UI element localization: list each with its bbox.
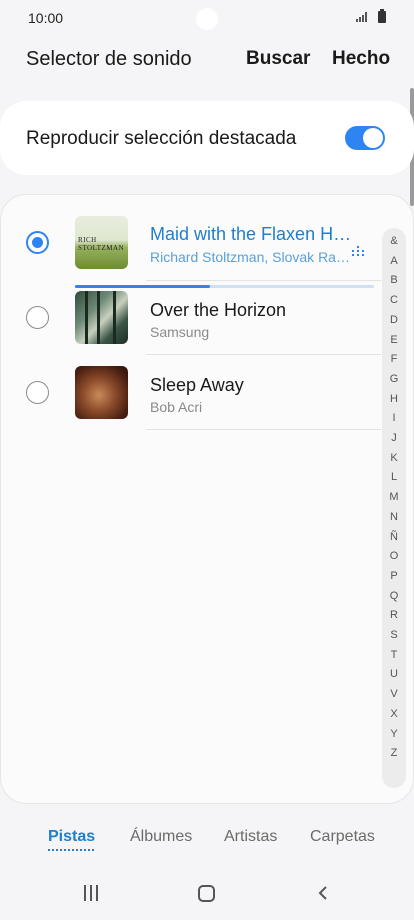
equalizer-icon bbox=[352, 246, 364, 256]
index-letter[interactable]: & bbox=[382, 235, 406, 247]
index-letter[interactable]: R bbox=[382, 609, 406, 621]
track-artist: Samsung bbox=[150, 324, 210, 340]
recent-apps-icon[interactable] bbox=[84, 885, 100, 901]
signal-icon bbox=[356, 12, 367, 22]
track-radio-selected[interactable] bbox=[26, 231, 49, 254]
index-letter[interactable]: J bbox=[382, 432, 406, 444]
index-letter[interactable]: D bbox=[382, 314, 406, 326]
track-title: Maid with the Flaxen H… bbox=[150, 224, 352, 244]
status-bar: 10:00 bbox=[0, 0, 414, 36]
tab-bar: Pistas Álbumes Artistas Carpetas bbox=[0, 826, 414, 856]
back-icon[interactable] bbox=[316, 885, 332, 901]
index-letter[interactable]: P bbox=[382, 570, 406, 582]
album-cover: RICH STOLTZMAN bbox=[75, 216, 128, 269]
home-icon[interactable] bbox=[198, 885, 215, 902]
index-letter[interactable]: E bbox=[382, 334, 406, 346]
tab-artists[interactable]: Artistas bbox=[224, 828, 277, 846]
index-letter[interactable]: Z bbox=[382, 747, 406, 759]
index-letter[interactable]: G bbox=[382, 373, 406, 385]
index-letter[interactable]: C bbox=[382, 294, 406, 306]
index-letter[interactable]: V bbox=[382, 688, 406, 700]
album-cover-text: RICH STOLTZMAN bbox=[78, 236, 125, 252]
index-letter[interactable]: I bbox=[382, 412, 406, 424]
track-radio[interactable] bbox=[26, 306, 49, 329]
track-title: Sleep Away bbox=[150, 375, 244, 395]
track-artist: Richard Stoltzman, Slovak Ra… bbox=[150, 249, 350, 265]
header: Selector de sonido Buscar Hecho bbox=[0, 44, 414, 76]
highlight-toggle[interactable] bbox=[345, 126, 385, 150]
track-row[interactable]: Sleep Away Bob Acri bbox=[1, 355, 381, 430]
toggle-knob bbox=[363, 128, 383, 148]
status-time: 10:00 bbox=[28, 10, 64, 26]
index-letter[interactable]: N bbox=[382, 511, 406, 523]
index-letter[interactable]: S bbox=[382, 629, 406, 641]
track-list: RICH STOLTZMAN Maid with the Flaxen H… R… bbox=[0, 194, 414, 804]
index-letter[interactable]: H bbox=[382, 393, 406, 405]
battery-icon bbox=[378, 9, 386, 23]
track-row[interactable]: RICH STOLTZMAN Maid with the Flaxen H… R… bbox=[1, 205, 381, 288]
track-artist: Bob Acri bbox=[150, 399, 203, 415]
index-letter[interactable]: K bbox=[382, 452, 406, 464]
tab-albums[interactable]: Álbumes bbox=[130, 828, 192, 846]
album-cover bbox=[75, 291, 128, 344]
index-letter[interactable]: B bbox=[382, 274, 406, 286]
page-title: Selector de sonido bbox=[26, 48, 192, 70]
alphabet-index-bar[interactable]: & A B C D E F G H I J K L M N Ñ O P Q R S T U V X Y Z bbox=[382, 228, 406, 788]
highlight-setting-card[interactable]: Reproducir selección destacada bbox=[0, 101, 414, 175]
index-letter[interactable]: Ñ bbox=[382, 531, 406, 543]
index-letter[interactable]: U bbox=[382, 668, 406, 680]
track-row[interactable]: Over the Horizon Samsung bbox=[1, 280, 381, 355]
tab-folders[interactable]: Carpetas bbox=[310, 828, 375, 846]
track-title: Over the Horizon bbox=[150, 300, 287, 320]
index-letter[interactable]: L bbox=[382, 471, 406, 483]
track-radio[interactable] bbox=[26, 381, 49, 404]
index-letter[interactable]: F bbox=[382, 353, 406, 365]
index-letter[interactable]: O bbox=[382, 550, 406, 562]
navigation-bar bbox=[0, 876, 414, 920]
tab-tracks[interactable]: Pistas bbox=[48, 828, 95, 846]
active-tab-indicator bbox=[48, 849, 94, 851]
index-letter[interactable]: Y bbox=[382, 728, 406, 740]
index-letter[interactable]: X bbox=[382, 708, 406, 720]
album-cover bbox=[75, 366, 128, 419]
index-letter[interactable]: A bbox=[382, 255, 406, 267]
index-letter[interactable]: M bbox=[382, 491, 406, 503]
index-letter[interactable]: T bbox=[382, 649, 406, 661]
highlight-setting-label: Reproducir selección destacada bbox=[26, 128, 297, 149]
row-divider bbox=[146, 429, 381, 430]
search-button[interactable]: Buscar bbox=[246, 48, 310, 70]
done-button[interactable]: Hecho bbox=[332, 48, 390, 70]
row-divider bbox=[146, 280, 381, 281]
front-camera bbox=[196, 8, 218, 30]
index-letter[interactable]: Q bbox=[382, 590, 406, 602]
